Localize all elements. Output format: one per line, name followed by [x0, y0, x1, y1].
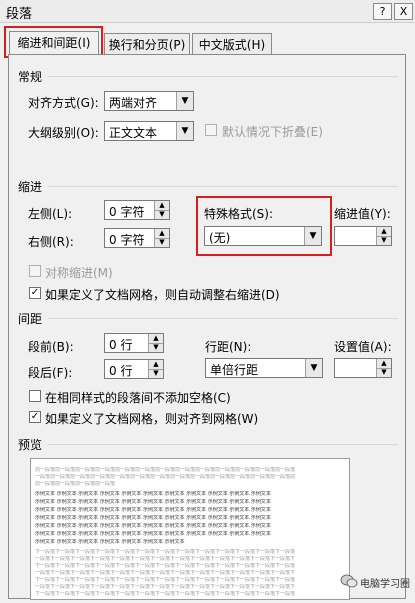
outline-level-label: 大纲级别(O):	[28, 126, 99, 140]
spin-down-icon[interactable]: ▼	[377, 236, 391, 245]
preview-section-label: 预览	[18, 438, 43, 452]
space-before-value: 0 行	[109, 338, 133, 352]
preview-sample-line: 示例文本 示例文本 示例文本 示例文本 示例文本 示例文本 示例文本 示例文本 …	[35, 507, 271, 513]
alignment-value: 两端对齐	[109, 96, 158, 110]
right-indent-label: 右侧(R):	[28, 235, 74, 249]
mirror-indent-label: 对称缩进(M)	[45, 266, 113, 280]
outline-level-select[interactable]: 正文文本 ▼	[104, 121, 194, 141]
help-button[interactable]: ?	[373, 3, 392, 20]
space-after-value: 0 行	[109, 364, 133, 378]
right-indent-spinner[interactable]: 0 字符 ▲ ▼	[104, 228, 170, 248]
preview-prev-line: 一段落前一段落前一段落前一段落前一段落前一段落前一段落前一段落前一段落前一段落前…	[35, 474, 296, 480]
preview-divider	[48, 444, 398, 445]
chevron-down-icon: ▼	[176, 92, 193, 110]
preview-box: 前一段落前一段落前一段落前一段落前一段落前一段落前一段落前一段落前一段落前一段落…	[30, 458, 350, 600]
spin-down-icon[interactable]: ▼	[155, 210, 169, 219]
preview-sample-line: 示例文本 示例文本 示例文本 示例文本 示例文本 示例文本 示例文本	[35, 539, 185, 545]
left-indent-spinner[interactable]: 0 字符 ▲ ▼	[104, 200, 170, 220]
dialog-title: 段落	[6, 7, 33, 22]
alignment-label: 对齐方式(G):	[28, 96, 99, 110]
tab-line-page-breaks[interactable]: 换行和分页(P)	[104, 33, 190, 56]
collapse-checkbox[interactable]	[205, 124, 217, 136]
left-indent-label: 左侧(L):	[28, 207, 73, 221]
space-before-spinner[interactable]: 0 行 ▲ ▼	[104, 333, 164, 353]
preview-sample-line: 示例文本 示例文本 示例文本 示例文本 示例文本 示例文本 示例文本 示例文本 …	[35, 491, 271, 497]
preview-sample-line: 示例文本 示例文本 示例文本 示例文本 示例文本 示例文本 示例文本 示例文本 …	[35, 499, 271, 505]
left-indent-value: 0 字符	[109, 205, 145, 219]
preview-next-line: 一段落下一段落下一段落下一段落下一段落下一段落下一段落下一段落下一段落下一段落下…	[35, 570, 296, 576]
indent-section-label: 缩进	[18, 180, 43, 194]
preview-next-line: 下一段落下一段落下一段落下一段落下一段落下一段落下一段落下一段落下一段落下一段落…	[35, 591, 296, 597]
chevron-down-icon: ▼	[305, 359, 322, 377]
space-after-label: 段后(F):	[28, 366, 73, 380]
spacing-divider	[48, 318, 398, 319]
space-after-spinner[interactable]: 0 行 ▲ ▼	[104, 359, 164, 379]
preview-next-line: 下一段落下一段落下一段落下一段落下一段落下一段落下一段落下一段落下一段落下一段落…	[35, 563, 296, 569]
indent-divider	[48, 186, 398, 187]
line-spacing-select[interactable]: 单倍行距 ▼	[205, 358, 323, 378]
indent-value-label: 缩进值(Y):	[334, 207, 391, 221]
line-spacing-label: 行距(N):	[205, 340, 252, 354]
preview-next-line: 下一段落下一段落下一段落下一段落下一段落下一段落下一段落下一段落下一段落下一段落…	[35, 549, 296, 555]
watermark-text: 电脑学习圈	[360, 579, 410, 590]
no-space-checkbox[interactable]	[29, 390, 41, 402]
chevron-down-icon: ▼	[176, 122, 193, 140]
special-format-value: (无)	[209, 231, 231, 245]
set-value-spinner[interactable]: ▲ ▼	[334, 358, 392, 378]
spacing-section-label: 间距	[18, 312, 43, 326]
indent-value-spinner[interactable]: ▲ ▼	[334, 226, 392, 246]
special-format-select[interactable]: (无) ▼	[204, 226, 322, 246]
mirror-indent-checkbox[interactable]	[29, 265, 41, 277]
auto-adjust-checkbox[interactable]: ✓	[29, 287, 41, 299]
preview-prev-line: 前一段落前一段落前一段落前一段落	[35, 481, 116, 487]
wechat-logo-icon	[340, 574, 358, 588]
tab-asian-typography[interactable]: 中文版式(H)	[192, 33, 272, 56]
chevron-down-icon: ▼	[304, 227, 321, 245]
spin-down-icon[interactable]: ▼	[149, 343, 163, 352]
snap-grid-checkbox[interactable]: ✓	[29, 411, 41, 423]
set-value-label: 设置值(A):	[334, 340, 392, 354]
line-spacing-value: 单倍行距	[210, 363, 259, 377]
right-indent-value: 0 字符	[109, 233, 145, 247]
general-divider	[48, 76, 398, 77]
preview-sample-line: 示例文本 示例文本 示例文本 示例文本 示例文本 示例文本 示例文本 示例文本 …	[35, 531, 271, 537]
space-before-label: 段前(B):	[28, 340, 74, 354]
preview-sample-line: 示例文本 示例文本 示例文本 示例文本 示例文本 示例文本 示例文本 示例文本 …	[35, 523, 271, 529]
preview-next-line: 下一段落下一段落下一段落下一段落下一段落下一段落下一段落下一段落下一段落下一段落…	[35, 577, 296, 583]
snap-grid-label: 如果定义了文档网格，则对齐到网格(W)	[45, 412, 259, 426]
general-section-label: 常规	[18, 70, 43, 84]
outline-level-value: 正文文本	[109, 126, 158, 140]
special-format-label: 特殊格式(S):	[204, 207, 274, 221]
spin-down-icon[interactable]: ▼	[155, 238, 169, 247]
title-bar	[0, 0, 415, 23]
preview-prev-line: 前一段落前一段落前一段落前一段落前一段落前一段落前一段落前一段落前一段落前一段落…	[35, 467, 296, 473]
spin-down-icon[interactable]: ▼	[377, 368, 391, 377]
preview-sample-line: 示例文本 示例文本 示例文本 示例文本 示例文本 示例文本 示例文本 示例文本 …	[35, 515, 271, 521]
close-button[interactable]: X	[394, 3, 413, 20]
no-space-label: 在相同样式的段落间不添加空格(C)	[45, 391, 231, 405]
preview-next-line: 一段落下一段落下一段落下一段落下一段落下一段落下一段落下一段落下一段落下一段落下…	[35, 584, 296, 590]
alignment-select[interactable]: 两端对齐 ▼	[104, 91, 194, 111]
collapse-label: 默认情况下折叠(E)	[222, 125, 323, 139]
auto-adjust-label: 如果定义了文档网格，则自动调整右缩进(D)	[45, 288, 280, 302]
spin-down-icon[interactable]: ▼	[149, 369, 163, 378]
preview-next-line: 一段落下一段落下一段落下一段落下一段落下一段落下一段落下一段落下一段落下一段落下…	[35, 556, 296, 562]
